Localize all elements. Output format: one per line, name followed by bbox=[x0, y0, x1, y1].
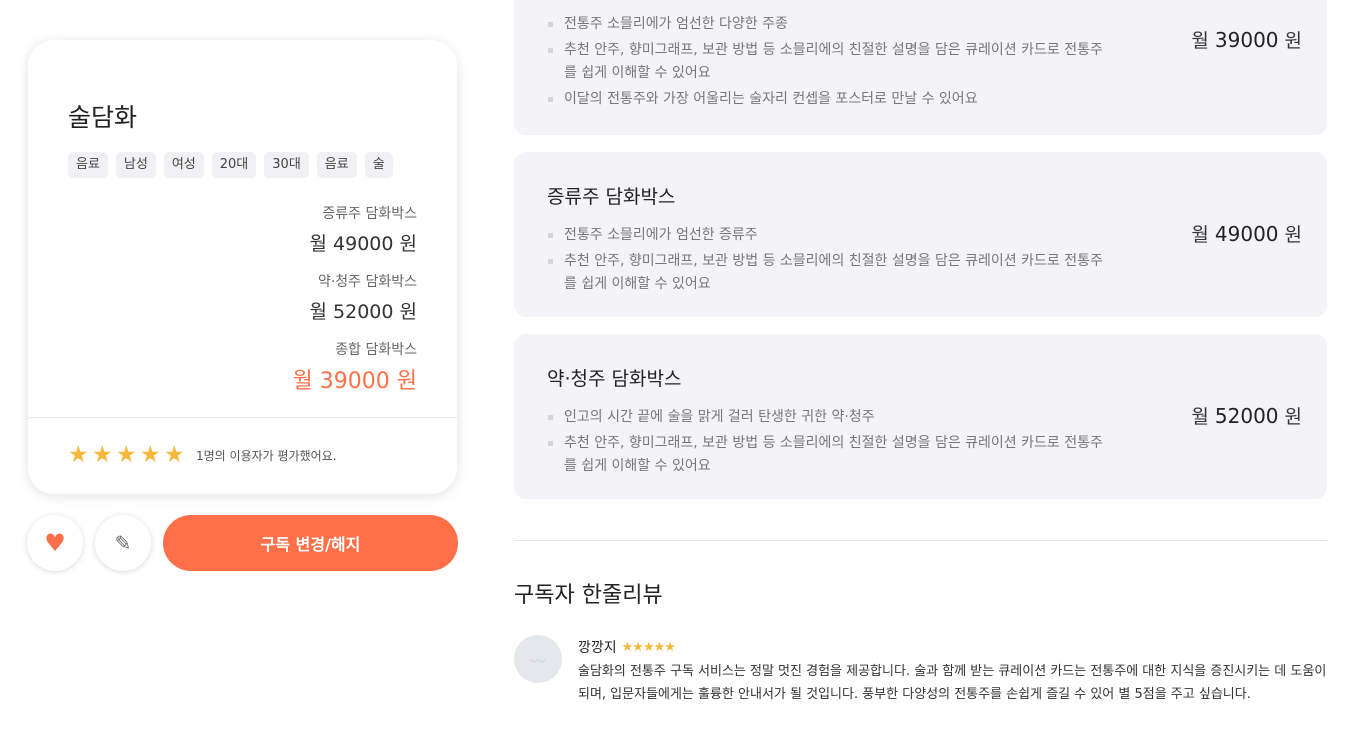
feature-item: 추천 안주, 향미그래프, 보관 방법 등 소믈리에의 친절한 설명을 담은 큐… bbox=[547, 39, 1107, 85]
tag: 20대 bbox=[211, 152, 257, 178]
subscribe-change-button[interactable]: 구독 변경/해지 bbox=[163, 515, 458, 571]
price-suffix: 원 bbox=[1284, 30, 1302, 52]
pencil-icon: ✎ bbox=[114, 531, 132, 555]
card-divider bbox=[28, 417, 457, 418]
price-prefix: 월 bbox=[1191, 224, 1209, 246]
reviewer-name: 깡깡지 bbox=[578, 640, 617, 656]
price-number: 49000 bbox=[1214, 222, 1279, 246]
star-icon: ★ bbox=[68, 442, 89, 468]
feature-item: 전통주 소믈리에가 엄선한 증류주 bbox=[547, 224, 1107, 247]
tag: 음료 bbox=[68, 152, 108, 178]
star-icon: ★ bbox=[116, 442, 137, 468]
heart-icon: ♥ bbox=[44, 529, 66, 557]
rating-text: 1명의 이용자가 평가했어요. bbox=[196, 448, 337, 463]
feature-item: 추천 안주, 향미그래프, 보관 방법 등 소믈리에의 친절한 설명을 담은 큐… bbox=[547, 432, 1107, 478]
box-price: 월 39000 원 bbox=[1191, 26, 1302, 53]
price-value-highlight: 월 39000 원 bbox=[292, 369, 417, 394]
price-number: 39000 bbox=[1214, 28, 1279, 52]
rating: ★ ★ ★ ★ ★ 1명의 이용자가 평가했어요. bbox=[68, 442, 337, 468]
product-box: 약·청주 담화박스 인고의 시간 끝에 술을 맑게 걸러 탄생한 귀한 약·청주… bbox=[514, 334, 1327, 499]
product-box: 전통주 소믈리에가 엄선한 다양한 주종 추천 안주, 향미그래프, 보관 방법… bbox=[514, 0, 1327, 135]
box-price: 월 52000 원 bbox=[1191, 402, 1302, 429]
tag: 술 bbox=[364, 152, 393, 178]
price-list: 증류주 담화박스 월 49000 원 약·청주 담화박스 월 52000 원 종… bbox=[293, 203, 417, 407]
reviewer-stars: ★★★★★ bbox=[621, 639, 676, 655]
price-label: 약·청주 담화박스 bbox=[317, 274, 417, 290]
box-title: 약·청주 담화박스 bbox=[547, 368, 682, 390]
box-price: 월 49000 원 bbox=[1191, 220, 1302, 247]
feature-item: 전통주 소믈리에가 엄선한 다양한 주종 bbox=[547, 13, 1107, 36]
feature-list: 인고의 시간 끝에 술을 맑게 걸러 탄생한 귀한 약·청주 추천 안주, 향미… bbox=[547, 406, 1107, 481]
product-title: 술담화 bbox=[68, 103, 138, 132]
tag-list: 음료 남성 여성 20대 30대 음료 술 bbox=[68, 152, 393, 178]
star-icon: ★ bbox=[92, 442, 113, 468]
price-value: 월 49000 원 bbox=[309, 233, 417, 255]
price-prefix: 월 bbox=[1191, 30, 1209, 52]
rating-stars: ★ ★ ★ ★ ★ bbox=[68, 442, 188, 468]
price-suffix: 원 bbox=[1284, 224, 1302, 246]
reviewer: 깡깡지 ★★★★★ bbox=[578, 637, 676, 657]
product-box: 증류주 담화박스 전통주 소믈리에가 엄선한 증류주 추천 안주, 향미그래프,… bbox=[514, 152, 1327, 317]
tag: 여성 bbox=[163, 152, 204, 178]
star-icon: ★ bbox=[140, 442, 161, 468]
price-prefix: 월 bbox=[1191, 406, 1209, 428]
star-icon: ★ bbox=[164, 442, 185, 468]
like-button[interactable]: ♥ bbox=[27, 515, 83, 571]
tag: 음료 bbox=[316, 152, 357, 178]
feature-item: 이달의 전통주와 가장 어울리는 술자리 컨셉을 포스터로 만날 수 있어요 bbox=[547, 88, 1107, 111]
price-value: 월 52000 원 bbox=[309, 301, 417, 323]
edit-button[interactable]: ✎ bbox=[95, 515, 151, 571]
tag: 남성 bbox=[115, 152, 156, 178]
section-divider bbox=[514, 540, 1327, 541]
review-text: 술담화의 전통주 구독 서비스는 정말 멋진 경험을 제공합니다. 술과 함께 … bbox=[578, 664, 1327, 702]
feature-item: 추천 안주, 향미그래프, 보관 방법 등 소믈리에의 친절한 설명을 담은 큐… bbox=[547, 250, 1107, 296]
price-suffix: 원 bbox=[1284, 406, 1302, 428]
user-avatar-icon: ◡◡ bbox=[514, 635, 562, 683]
product-summary-card: 술담화 음료 남성 여성 20대 30대 음료 술 증류주 담화박스 월 490… bbox=[28, 40, 457, 494]
price-label: 증류주 담화박스 bbox=[322, 206, 417, 222]
feature-list: 전통주 소믈리에가 엄선한 다양한 주종 추천 안주, 향미그래프, 보관 방법… bbox=[547, 13, 1107, 114]
price-label: 종합 담화박스 bbox=[335, 342, 417, 358]
feature-list: 전통주 소믈리에가 엄선한 증류주 추천 안주, 향미그래프, 보관 방법 등 … bbox=[547, 224, 1107, 299]
tag: 30대 bbox=[264, 152, 309, 178]
price-number: 52000 bbox=[1214, 404, 1279, 428]
box-title: 증류주 담화박스 bbox=[547, 186, 676, 208]
reviews-title: 구독자 한줄리뷰 bbox=[514, 583, 663, 608]
feature-item: 인고의 시간 끝에 술을 맑게 걸러 탄생한 귀한 약·청주 bbox=[547, 406, 1107, 429]
